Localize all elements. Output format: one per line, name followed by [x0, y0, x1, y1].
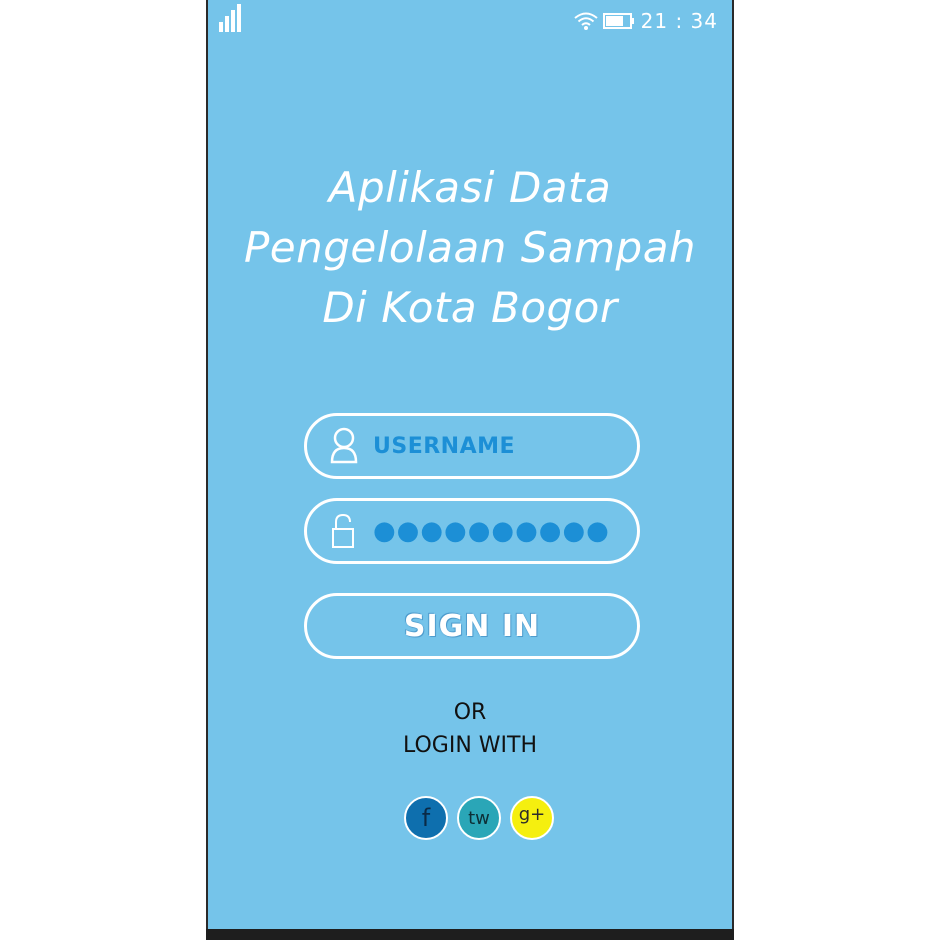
or-text: OR [453, 700, 487, 725]
google-plus-login-button[interactable]: g+ [510, 796, 554, 840]
title-line-1: Aplikasi Data [328, 163, 612, 212]
phone-screen: 21 : 34 Aplikasi Data Pengelolaan Sampah… [206, 0, 734, 936]
username-value: USERNAME [373, 433, 516, 459]
twitter-login-button[interactable]: tw [457, 796, 501, 840]
sign-in-button[interactable]: SIGN IN [304, 593, 640, 659]
clock-time: 21 : 34 [640, 9, 718, 33]
title-line-3: Di Kota Bogor [322, 283, 618, 332]
title-line-2: Pengelolaan Sampah [243, 223, 697, 272]
username-field[interactable]: USERNAME [304, 413, 640, 479]
login-with-text: LOGIN WITH [403, 733, 537, 758]
bottom-bar [206, 929, 734, 940]
status-bar: 21 : 34 [208, 0, 732, 40]
app-title: Aplikasi Data Pengelolaan Sampah Di Kota… [208, 158, 732, 338]
status-right: 21 : 34 [573, 8, 718, 34]
user-icon [330, 427, 358, 464]
wifi-icon [574, 12, 598, 30]
password-field[interactable]: ●●●●●●●●●● [304, 498, 640, 564]
password-dots: ●●●●●●●●●● [373, 516, 610, 546]
facebook-login-button[interactable]: f [404, 796, 448, 840]
lock-icon [332, 513, 354, 548]
battery-icon [602, 13, 634, 29]
signal-bars-icon [219, 4, 241, 32]
